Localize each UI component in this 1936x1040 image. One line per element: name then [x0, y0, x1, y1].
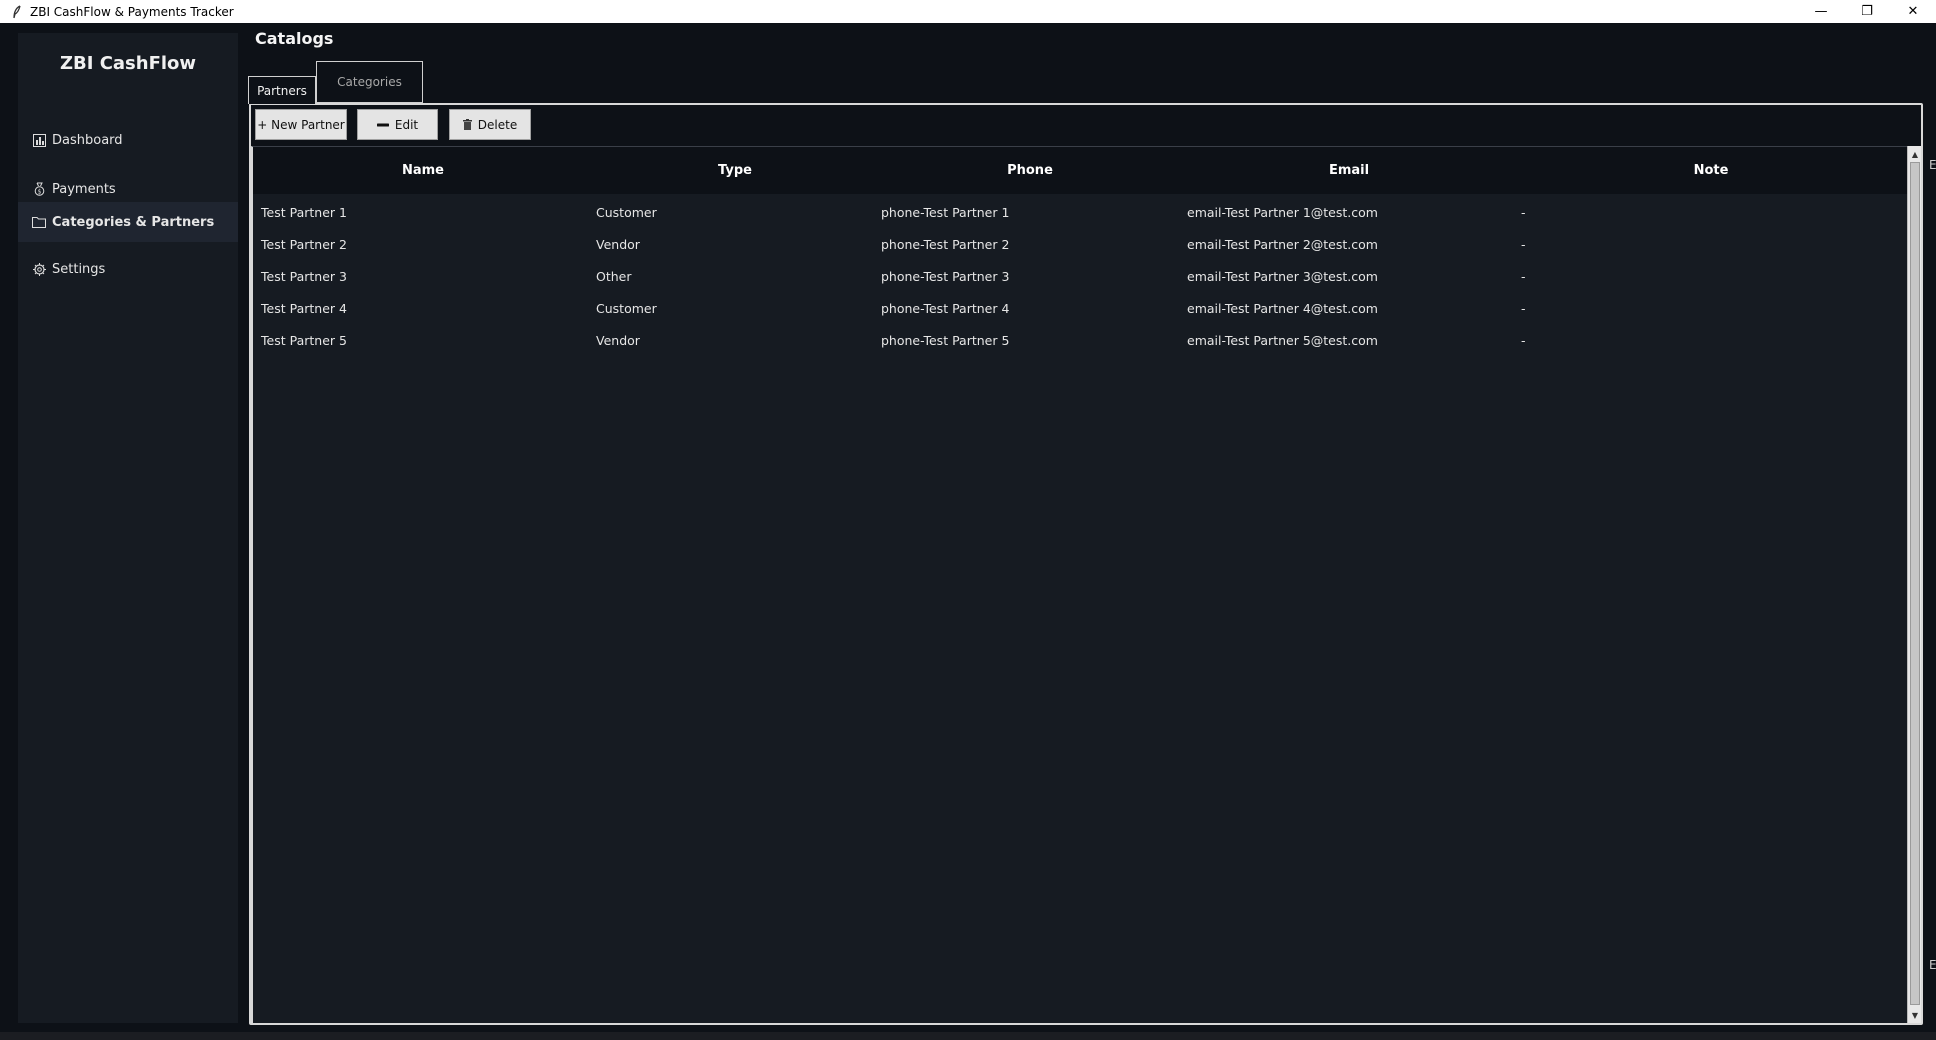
- clipped-edge-text: E: [1929, 958, 1936, 972]
- table-row[interactable]: Test Partner 5 Vendor phone-Test Partner…: [253, 324, 1907, 356]
- bar-chart-icon: [32, 133, 46, 147]
- column-header-note[interactable]: Note: [1515, 147, 1907, 194]
- table-row[interactable]: Test Partner 4 Customer phone-Test Partn…: [253, 292, 1907, 324]
- sidebar: ZBI CashFlow Dashboard $ Payments Catego…: [18, 33, 238, 1023]
- column-header-type[interactable]: Type: [593, 147, 877, 194]
- cell-note: -: [1521, 204, 1526, 220]
- clipped-edge-text: E: [1929, 158, 1936, 172]
- pencil-icon: [376, 121, 389, 129]
- taskbar-edge: [0, 1032, 1936, 1040]
- scroll-down-icon[interactable]: ▼: [1908, 1008, 1922, 1022]
- folder-icon: [32, 215, 46, 229]
- scrollbar-thumb[interactable]: [1910, 162, 1920, 1005]
- scroll-up-icon[interactable]: ▲: [1908, 147, 1922, 161]
- cell-type: Customer: [596, 204, 657, 220]
- maximize-button[interactable]: ❐: [1844, 0, 1890, 23]
- sidebar-item-dashboard[interactable]: Dashboard: [18, 122, 238, 158]
- cell-email: email-Test Partner 4@test.com: [1187, 300, 1378, 316]
- cell-name: Test Partner 3: [261, 268, 347, 284]
- gear-icon: [32, 262, 46, 276]
- window-title: ZBI CashFlow & Payments Tracker: [30, 4, 234, 19]
- edit-label: Edit: [394, 117, 419, 132]
- table-row[interactable]: Test Partner 1 Customer phone-Test Partn…: [253, 196, 1907, 228]
- sidebar-item-label: Categories & Partners: [52, 214, 215, 230]
- sidebar-item-label: Payments: [52, 181, 116, 197]
- cell-name: Test Partner 4: [261, 300, 347, 316]
- trash-icon: [462, 119, 472, 130]
- page-title: Catalogs: [255, 29, 334, 48]
- table-row[interactable]: Test Partner 3 Other phone-Test Partner …: [253, 260, 1907, 292]
- minimize-button[interactable]: —: [1798, 0, 1844, 23]
- column-header-phone[interactable]: Phone: [877, 147, 1183, 194]
- sidebar-item-label: Settings: [52, 261, 106, 277]
- column-header-email[interactable]: Email: [1183, 147, 1515, 194]
- cell-type: Other: [596, 268, 632, 284]
- cell-email: email-Test Partner 3@test.com: [1187, 268, 1378, 284]
- close-button[interactable]: ✕: [1890, 0, 1936, 23]
- delete-label: Delete: [477, 117, 518, 132]
- cell-type: Vendor: [596, 332, 640, 348]
- edit-button[interactable]: Edit: [357, 109, 438, 140]
- cell-note: -: [1521, 236, 1526, 252]
- cell-note: -: [1521, 300, 1526, 316]
- cell-type: Customer: [596, 300, 657, 316]
- cell-phone: phone-Test Partner 5: [881, 332, 1010, 348]
- table-row[interactable]: Test Partner 2 Vendor phone-Test Partner…: [253, 228, 1907, 260]
- sidebar-item-label: Dashboard: [52, 132, 123, 148]
- cell-email: email-Test Partner 5@test.com: [1187, 332, 1378, 348]
- money-bag-icon: $: [32, 182, 46, 196]
- cell-name: Test Partner 1: [261, 204, 347, 220]
- cell-name: Test Partner 5: [261, 332, 347, 348]
- cell-email: email-Test Partner 1@test.com: [1187, 204, 1378, 220]
- cell-phone: phone-Test Partner 3: [881, 268, 1010, 284]
- tab-categories[interactable]: Categories: [316, 61, 423, 103]
- partners-table: Name Type Phone Email Note Test Partner …: [251, 146, 1907, 1023]
- cell-phone: phone-Test Partner 2: [881, 236, 1010, 252]
- cell-note: -: [1521, 332, 1526, 348]
- brand-title: ZBI CashFlow: [59, 53, 197, 74]
- cell-phone: phone-Test Partner 1: [881, 204, 1010, 220]
- tab-partners[interactable]: Partners: [248, 76, 316, 104]
- cell-phone: phone-Test Partner 4: [881, 300, 1010, 316]
- cell-name: Test Partner 2: [261, 236, 347, 252]
- title-bar: ZBI CashFlow & Payments Tracker — ❐ ✕: [0, 0, 1936, 23]
- svg-text:$: $: [37, 189, 41, 196]
- new-partner-label: + New Partner: [257, 117, 345, 132]
- vertical-scrollbar[interactable]: ▲ ▼: [1907, 146, 1921, 1023]
- cell-type: Vendor: [596, 236, 640, 252]
- sidebar-item-categories-partners[interactable]: Categories & Partners: [18, 202, 238, 242]
- cell-email: email-Test Partner 2@test.com: [1187, 236, 1378, 252]
- delete-button[interactable]: Delete: [449, 109, 531, 140]
- feather-icon: [12, 4, 22, 19]
- sidebar-item-settings[interactable]: Settings: [18, 251, 238, 287]
- cell-note: -: [1521, 268, 1526, 284]
- column-header-name[interactable]: Name: [253, 147, 593, 194]
- new-partner-button[interactable]: + New Partner: [255, 109, 347, 140]
- table-header: Name Type Phone Email Note: [253, 147, 1907, 194]
